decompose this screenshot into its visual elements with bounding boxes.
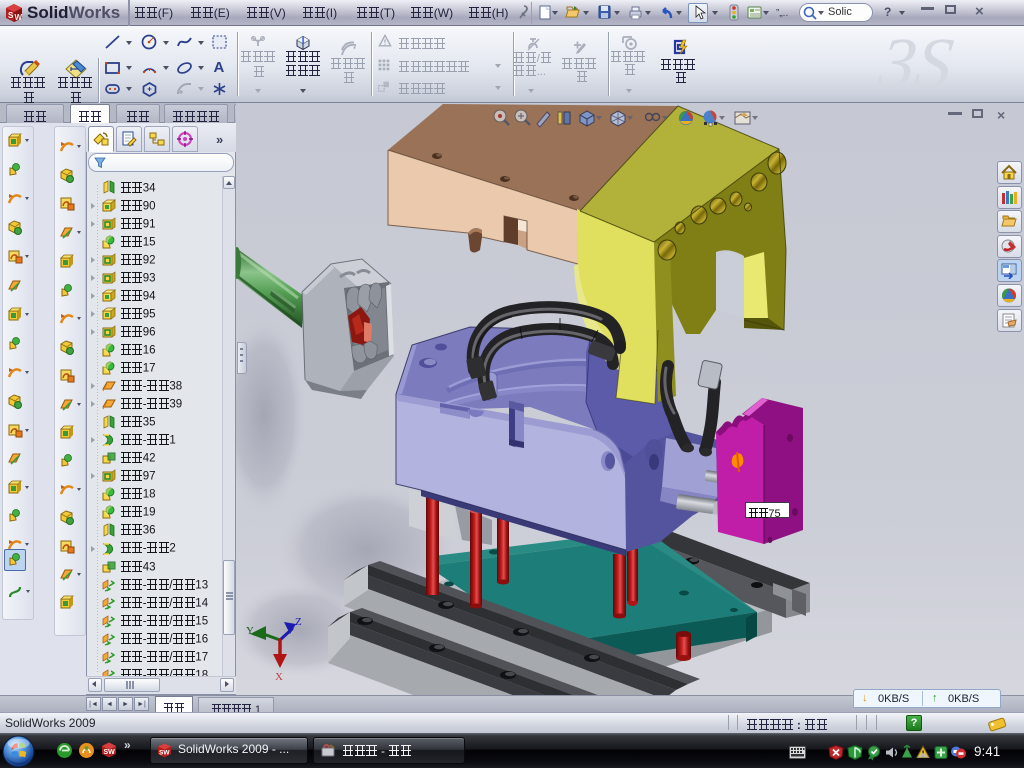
svg-text:Z: Z: [295, 616, 302, 628]
svg-text:A: A: [214, 59, 225, 74]
svg-text:X: X: [275, 671, 283, 683]
svg-text:SW: SW: [159, 750, 170, 757]
svg-text:SW: SW: [104, 749, 116, 756]
svg-text:Y: Y: [246, 625, 254, 637]
svg-text:W: W: [15, 13, 23, 22]
svg-text:S: S: [8, 11, 14, 20]
